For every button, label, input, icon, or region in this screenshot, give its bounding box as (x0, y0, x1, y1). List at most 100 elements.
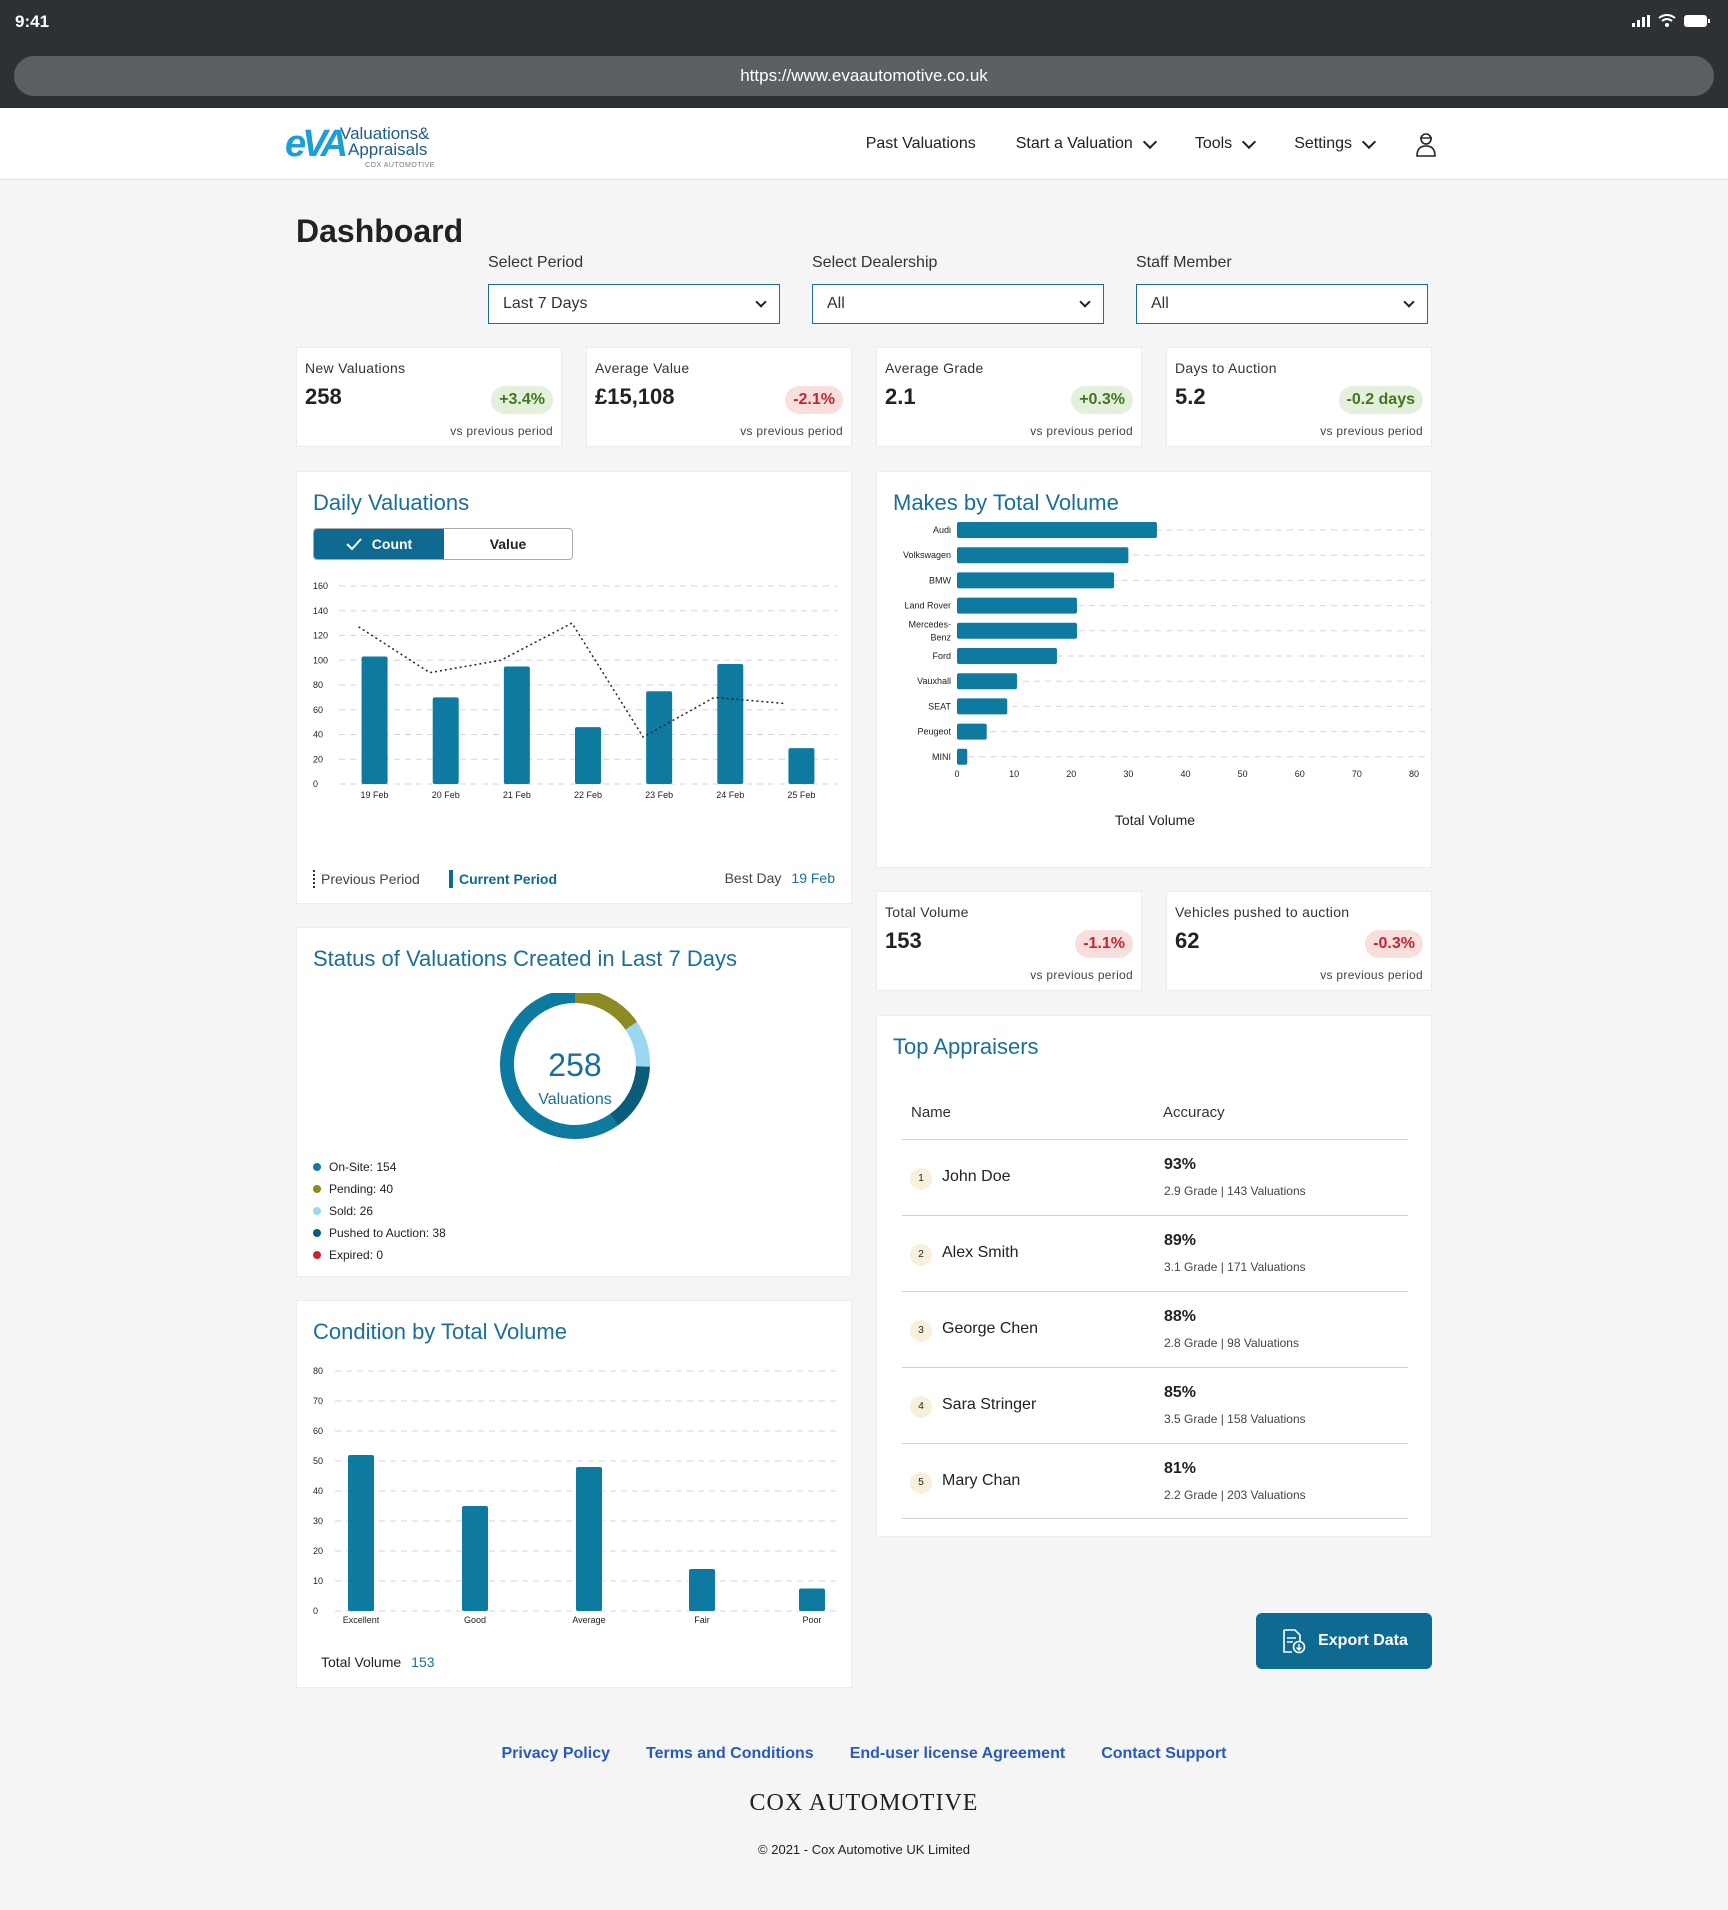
x-tick-label: 10 (1009, 769, 1019, 779)
y-category-label: Peugeot (917, 727, 951, 737)
legend-label: Pushed to Auction: 38 (329, 1226, 446, 1240)
bar-condition (689, 1569, 715, 1611)
y-tick-label: 40 (313, 1486, 323, 1496)
y-tick-label: 60 (313, 1426, 323, 1436)
dotted-line-swatch (313, 870, 315, 888)
kpi-value: £15,108 (595, 384, 675, 409)
appraiser-row[interactable]: 4 Sara Stringer 85% 3.5 Grade | 158 Valu… (902, 1367, 1408, 1443)
toggle-count[interactable]: Count (314, 529, 444, 559)
kpi-comparison-note: vs previous period (1320, 424, 1423, 438)
column-header-name: Name (911, 1104, 952, 1121)
user-profile-icon[interactable] (1414, 131, 1438, 157)
chevron-down-icon (1079, 295, 1091, 308)
dealership-select-value: All (827, 295, 845, 312)
y-category-label: Benz (930, 632, 951, 642)
appraiser-accuracy: 89% (1164, 1232, 1197, 1249)
eva-logo[interactable]: eVA Valuations& Appraisals COX AUTOMOTIV… (285, 122, 445, 169)
kpi-comparison-note: vs previous period (450, 424, 553, 438)
x-tick-label: 20 (1066, 769, 1076, 779)
legend-label: Pending: 40 (329, 1182, 394, 1196)
privacy-policy-link[interactable]: Privacy Policy (501, 1745, 610, 1763)
status-legend: On-Site: 154 Pending: 40 Sold: 26 Pushed to… (313, 1156, 446, 1266)
y-category-label: Land Rover (904, 601, 951, 611)
x-tick-label: Excellent (343, 1615, 380, 1625)
y-tick-label: 100 (313, 655, 328, 665)
legend-dot (313, 1207, 321, 1215)
top-navigation: eVA Valuations& Appraisals COX AUTOMOTIV… (0, 108, 1728, 180)
legend-label: On-Site: 154 (329, 1160, 397, 1174)
x-tick-label: 19 Feb (361, 790, 389, 800)
y-tick-label: 0 (313, 1606, 318, 1616)
appraiser-detail: 2.2 Grade | 203 Valuations (1164, 1488, 1306, 1502)
bar-current-period (575, 727, 601, 784)
kpi-change-badge: +0.3% (1071, 386, 1133, 414)
staff-filter-label: Staff Member (1136, 254, 1232, 271)
kpi-card-total-volume: Total Volume 153 -1.1% vs previous perio… (876, 891, 1142, 991)
appraiser-row[interactable]: 2 Alex Smith 89% 3.1 Grade | 171 Valuati… (902, 1215, 1408, 1291)
eula-link[interactable]: End-user license Agreement (850, 1745, 1065, 1763)
condition-card: Condition by Total Volume 0 10 20 30 40 50 60 7… (296, 1300, 852, 1688)
legend-label: Expired: 0 (329, 1248, 384, 1262)
makes-chart: Audi Volkswagen BMW Land Rover Mercedes- Benz… (903, 522, 1428, 828)
y-category-label: Mercedes- (908, 619, 951, 629)
nav-start-valuation[interactable]: Start a Valuation (1016, 134, 1157, 153)
kpi-change-badge: -2.1% (785, 386, 843, 414)
kpi-value: 62 (1175, 928, 1200, 953)
bar-make (957, 547, 1129, 564)
x-tick-label: 30 (1123, 769, 1133, 779)
bar-make (957, 723, 987, 740)
bar-current-period (432, 697, 459, 784)
staff-select-value: All (1151, 295, 1169, 312)
period-select[interactable]: Last 7 Days (488, 284, 780, 324)
appraiser-detail: 2.9 Grade | 143 Valuations (1164, 1184, 1306, 1198)
appraiser-row[interactable]: 1 John Doe 93% 2.9 Grade | 143 Valuation… (902, 1139, 1408, 1215)
appraiser-row[interactable]: 5 Mary Chan 81% 2.2 Grade | 203 Valuatio… (902, 1443, 1408, 1519)
legend-dot (313, 1229, 321, 1237)
daily-valuations-title: Daily Valuations (313, 490, 470, 515)
bar-make (957, 698, 1008, 715)
contact-support-link[interactable]: Contact Support (1101, 1745, 1226, 1763)
legend-previous-label: Previous Period (321, 871, 420, 887)
legend-current-label: Current Period (459, 871, 558, 887)
dealership-select[interactable]: All (812, 284, 1104, 324)
y-category-label: Vauxhall (917, 676, 951, 686)
y-tick-label: 30 (313, 1516, 323, 1526)
kpi-card-days-to-auction: Days to Auction 5.2 -0.2 days vs previou… (1166, 347, 1432, 447)
appraiser-accuracy: 85% (1164, 1384, 1197, 1401)
export-data-label: Export Data (1318, 1632, 1408, 1649)
chevron-down-icon (1142, 134, 1157, 149)
status-title: Status of Valuations Created in Last 7 D… (313, 946, 737, 971)
export-data-button[interactable]: Export Data (1256, 1613, 1432, 1669)
nav-tools[interactable]: Tools (1195, 134, 1257, 153)
kpi-label: Average Grade (885, 360, 984, 376)
column-header-accuracy: Accuracy (1163, 1104, 1225, 1121)
y-tick-label: 80 (313, 680, 323, 690)
x-tick-label: 0 (954, 769, 959, 779)
rank-badge: 5 (910, 1472, 932, 1494)
bar-condition (799, 1588, 825, 1611)
kpi-change-badge: -1.1% (1075, 930, 1133, 958)
nav-past-valuations[interactable]: Past Valuations (866, 135, 976, 153)
logo-mark: eVA (285, 123, 348, 165)
appraiser-detail: 2.8 Grade | 98 Valuations (1164, 1336, 1299, 1350)
count-value-toggle: Count Value (313, 528, 573, 560)
appraiser-accuracy: 81% (1164, 1460, 1197, 1477)
nav-settings[interactable]: Settings (1294, 134, 1377, 153)
kpi-card-average-grade: Average Grade 2.1 +0.3% vs previous peri… (876, 347, 1142, 447)
daily-valuations-chart: 0 20 40 60 80 100 120 140 160 19 Feb 20 Feb 21 Feb 2… (313, 581, 837, 800)
y-category-label: Ford (932, 651, 951, 661)
toggle-value[interactable]: Value (444, 529, 572, 559)
address-bar[interactable]: https://www.evaautomotive.co.uk (14, 56, 1714, 96)
toggle-count-label: Count (371, 536, 413, 552)
status-total: 258 (548, 1047, 601, 1083)
appraiser-row[interactable]: 3 George Chen 88% 2.8 Grade | 98 Valuati… (902, 1291, 1408, 1367)
staff-select[interactable]: All (1136, 284, 1428, 324)
chevron-down-icon (1403, 295, 1415, 308)
terms-link[interactable]: Terms and Conditions (646, 1745, 814, 1763)
kpi-card-average-value: Average Value £15,108 -2.1% vs previous … (586, 347, 852, 447)
signal-icon (1632, 14, 1650, 27)
bar-condition (462, 1506, 488, 1611)
bar-current-period (361, 656, 388, 784)
page-title: Dashboard (296, 213, 464, 249)
y-category-label: BMW (929, 575, 952, 585)
